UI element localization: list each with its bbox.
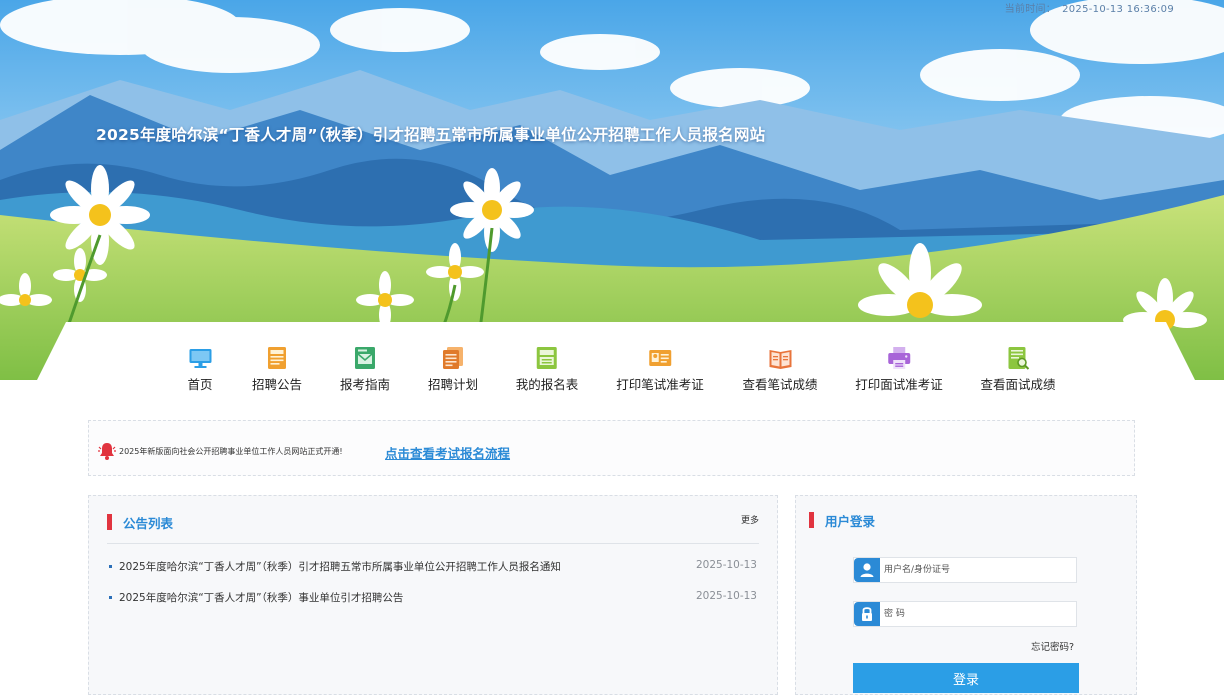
nav-print-interview-admission-label: 打印面试准考证: [855, 377, 943, 392]
current-time: 当前时间： 2025-10-13 16:36:09: [1005, 0, 1180, 15]
nav-home[interactable]: 首页: [187, 346, 213, 393]
nav-print-interview-admission[interactable]: 打印面试准考证: [855, 346, 943, 393]
nav-written-scores-label: 查看笔试成绩: [742, 377, 818, 392]
section-marker: [107, 514, 112, 530]
announcement-item[interactable]: 2025年度哈尔滨“丁香人才周”（秋季）引才招聘五常市所属事业单位公开招聘工作人…: [109, 558, 757, 576]
notice-bar: 2025年新版面向社会公开招聘事业单位工作人员网站正式开通! 点击查看考试报名流…: [88, 420, 1135, 476]
username-field[interactable]: [853, 557, 1077, 583]
current-time-label: 当前时间：: [1004, 4, 1057, 15]
password-input[interactable]: [884, 605, 1069, 623]
username-input[interactable]: [884, 561, 1069, 579]
nav-announcements-label: 招聘公告: [251, 377, 303, 392]
announcement-title: 公告列表: [123, 516, 174, 531]
nav-guide-label: 报考指南: [339, 377, 391, 392]
site-title: 2025年度哈尔滨“丁香人才周”（秋季）引才招聘五常市所属事业单位公开招聘工作人…: [96, 126, 766, 144]
bullet-icon: [109, 596, 112, 599]
announcement-panel: 公告列表 更多 2025年度哈尔滨“丁香人才周”（秋季）引才招聘五常市所属事业单…: [88, 495, 778, 695]
nav-print-written-admission[interactable]: 打印笔试准考证: [616, 346, 704, 393]
form-icon: [536, 347, 557, 369]
bullet-icon: [109, 565, 112, 568]
nav-plan[interactable]: 招聘计划: [428, 346, 478, 393]
nav-written-scores[interactable]: 查看笔试成绩: [742, 346, 818, 393]
announcement-item-date: 2025-10-13: [695, 559, 757, 571]
nav-guide[interactable]: 报考指南: [340, 346, 390, 393]
nav-interview-scores[interactable]: 查看面试成绩: [980, 346, 1056, 393]
password-field[interactable]: [853, 601, 1077, 627]
more-link[interactable]: 更多: [741, 513, 759, 526]
id-card-icon: [648, 350, 671, 366]
search-doc-icon: [1007, 347, 1029, 370]
book-icon: [768, 350, 791, 369]
printer-icon: [887, 347, 910, 369]
user-icon: [854, 558, 880, 582]
announcement-item[interactable]: 2025年度哈尔滨“丁香人才周”（秋季）事业单位引才招聘公告 2025-10-1…: [109, 589, 757, 607]
section-marker: [809, 512, 814, 528]
announcement-item-title[interactable]: 2025年度哈尔滨“丁香人才周”（秋季）引才招聘五常市所属事业单位公开招聘工作人…: [119, 559, 561, 574]
nav-announcements[interactable]: 招聘公告: [252, 346, 302, 393]
nav-plan-label: 招聘计划: [427, 377, 479, 392]
lock-icon: [854, 602, 880, 626]
monitor-icon: [188, 349, 211, 368]
bell-icon: [98, 443, 116, 460]
forgot-password-link[interactable]: 忘记密码?: [1031, 639, 1074, 653]
notice-text: 2025年新版面向社会公开招聘事业单位工作人员网站正式开通!: [119, 447, 343, 456]
nav-my-form[interactable]: 我的报名表: [515, 346, 579, 393]
document-icon: [267, 347, 286, 369]
nav-my-form-label: 我的报名表: [515, 377, 579, 392]
nav-interview-scores-label: 查看面试成绩: [980, 377, 1056, 392]
announcement-item-title[interactable]: 2025年度哈尔滨“丁香人才周”（秋季）事业单位引才招聘公告: [119, 590, 403, 605]
mail-icon: [354, 347, 375, 369]
nav-print-written-admission-label: 打印笔试准考证: [616, 377, 704, 392]
login-button[interactable]: 登录: [853, 663, 1079, 693]
section-divider: [107, 543, 759, 544]
login-panel: 用户登录 忘记密码? 登录: [795, 495, 1137, 695]
nav-home-label: 首页: [187, 377, 213, 392]
registration-process-link[interactable]: 点击查看考试报名流程: [385, 443, 510, 462]
files-icon: [442, 347, 463, 369]
current-time-value: 2025-10-13 16:36:09: [1062, 4, 1174, 15]
announcement-item-date: 2025-10-13: [695, 590, 757, 602]
login-title: 用户登录: [825, 514, 876, 529]
main-nav: 首页 招聘公告 报考指南 招聘计划 我的报名表 打印笔试准考证 查看笔试成绩 打…: [0, 346, 1224, 393]
